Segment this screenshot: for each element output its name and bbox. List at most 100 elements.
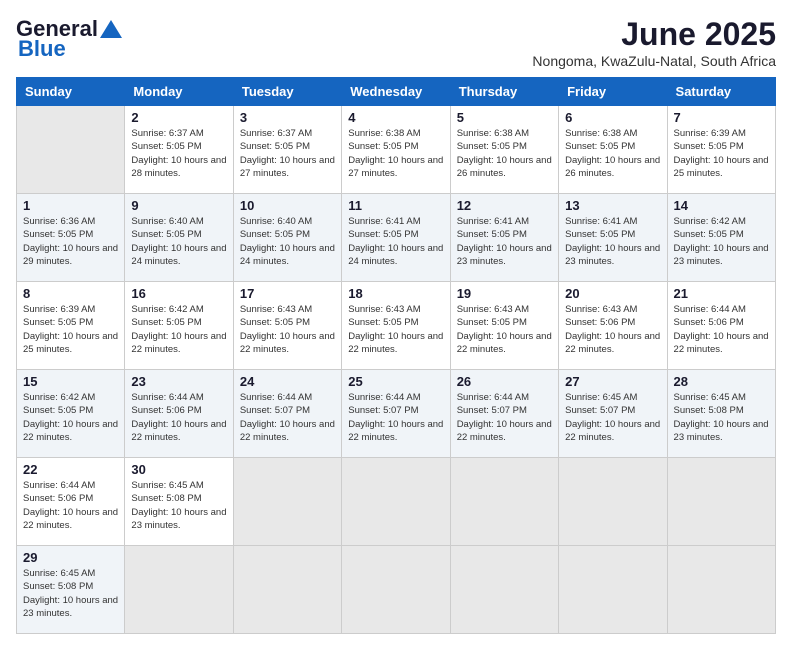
day-number: 29 <box>23 550 118 565</box>
day-info: Sunrise: 6:37 AM Sunset: 5:05 PM Dayligh… <box>131 127 226 180</box>
day-number: 11 <box>348 198 443 213</box>
day-number: 23 <box>131 374 226 389</box>
day-info: Sunrise: 6:44 AM Sunset: 5:06 PM Dayligh… <box>23 479 118 532</box>
day-number: 19 <box>457 286 552 301</box>
calendar-day-cell <box>125 546 233 634</box>
day-number: 1 <box>23 198 118 213</box>
day-info: Sunrise: 6:44 AM Sunset: 5:07 PM Dayligh… <box>457 391 552 444</box>
day-info: Sunrise: 6:44 AM Sunset: 5:06 PM Dayligh… <box>674 303 769 356</box>
page-title: June 2025 <box>532 16 776 53</box>
calendar-day-cell <box>17 106 125 194</box>
day-number: 28 <box>674 374 769 389</box>
calendar-day-cell <box>450 546 558 634</box>
day-info: Sunrise: 6:39 AM Sunset: 5:05 PM Dayligh… <box>23 303 118 356</box>
day-info: Sunrise: 6:38 AM Sunset: 5:05 PM Dayligh… <box>457 127 552 180</box>
title-area: June 2025 Nongoma, KwaZulu-Natal, South … <box>532 16 776 69</box>
day-number: 7 <box>674 110 769 125</box>
day-info: Sunrise: 6:36 AM Sunset: 5:05 PM Dayligh… <box>23 215 118 268</box>
calendar-day-cell: 2 Sunrise: 6:37 AM Sunset: 5:05 PM Dayli… <box>125 106 233 194</box>
day-number: 22 <box>23 462 118 477</box>
day-number: 8 <box>23 286 118 301</box>
calendar-day-cell: 19 Sunrise: 6:43 AM Sunset: 5:05 PM Dayl… <box>450 282 558 370</box>
calendar-day-cell: 30 Sunrise: 6:45 AM Sunset: 5:08 PM Dayl… <box>125 458 233 546</box>
calendar-day-cell: 10 Sunrise: 6:40 AM Sunset: 5:05 PM Dayl… <box>233 194 341 282</box>
calendar-day-cell: 23 Sunrise: 6:44 AM Sunset: 5:06 PM Dayl… <box>125 370 233 458</box>
day-info: Sunrise: 6:43 AM Sunset: 5:05 PM Dayligh… <box>457 303 552 356</box>
day-info: Sunrise: 6:43 AM Sunset: 5:05 PM Dayligh… <box>348 303 443 356</box>
day-number: 4 <box>348 110 443 125</box>
day-info: Sunrise: 6:43 AM Sunset: 5:06 PM Dayligh… <box>565 303 660 356</box>
day-info: Sunrise: 6:37 AM Sunset: 5:05 PM Dayligh… <box>240 127 335 180</box>
calendar-day-cell: 14 Sunrise: 6:42 AM Sunset: 5:05 PM Dayl… <box>667 194 775 282</box>
calendar-header-cell: Thursday <box>450 78 558 106</box>
day-info: Sunrise: 6:40 AM Sunset: 5:05 PM Dayligh… <box>131 215 226 268</box>
calendar-day-cell: 27 Sunrise: 6:45 AM Sunset: 5:07 PM Dayl… <box>559 370 667 458</box>
day-number: 21 <box>674 286 769 301</box>
day-info: Sunrise: 6:42 AM Sunset: 5:05 PM Dayligh… <box>131 303 226 356</box>
calendar-day-cell: 20 Sunrise: 6:43 AM Sunset: 5:06 PM Dayl… <box>559 282 667 370</box>
calendar-header-cell: Wednesday <box>342 78 450 106</box>
calendar-header-cell: Saturday <box>667 78 775 106</box>
calendar-week-row: 2 Sunrise: 6:37 AM Sunset: 5:05 PM Dayli… <box>17 106 776 194</box>
logo: General Blue <box>16 16 122 62</box>
day-number: 20 <box>565 286 660 301</box>
day-info: Sunrise: 6:45 AM Sunset: 5:08 PM Dayligh… <box>23 567 118 620</box>
calendar-day-cell: 17 Sunrise: 6:43 AM Sunset: 5:05 PM Dayl… <box>233 282 341 370</box>
calendar-day-cell: 6 Sunrise: 6:38 AM Sunset: 5:05 PM Dayli… <box>559 106 667 194</box>
calendar-day-cell: 9 Sunrise: 6:40 AM Sunset: 5:05 PM Dayli… <box>125 194 233 282</box>
calendar-week-row: 22 Sunrise: 6:44 AM Sunset: 5:06 PM Dayl… <box>17 458 776 546</box>
day-number: 16 <box>131 286 226 301</box>
calendar-header-cell: Monday <box>125 78 233 106</box>
day-number: 6 <box>565 110 660 125</box>
day-info: Sunrise: 6:43 AM Sunset: 5:05 PM Dayligh… <box>240 303 335 356</box>
calendar-day-cell: 5 Sunrise: 6:38 AM Sunset: 5:05 PM Dayli… <box>450 106 558 194</box>
calendar-week-row: 15 Sunrise: 6:42 AM Sunset: 5:05 PM Dayl… <box>17 370 776 458</box>
day-info: Sunrise: 6:42 AM Sunset: 5:05 PM Dayligh… <box>674 215 769 268</box>
calendar-day-cell <box>667 458 775 546</box>
calendar-week-row: 8 Sunrise: 6:39 AM Sunset: 5:05 PM Dayli… <box>17 282 776 370</box>
day-info: Sunrise: 6:45 AM Sunset: 5:08 PM Dayligh… <box>674 391 769 444</box>
calendar-day-cell <box>233 458 341 546</box>
day-info: Sunrise: 6:44 AM Sunset: 5:07 PM Dayligh… <box>240 391 335 444</box>
calendar-day-cell: 12 Sunrise: 6:41 AM Sunset: 5:05 PM Dayl… <box>450 194 558 282</box>
calendar-day-cell: 16 Sunrise: 6:42 AM Sunset: 5:05 PM Dayl… <box>125 282 233 370</box>
day-number: 17 <box>240 286 335 301</box>
day-number: 24 <box>240 374 335 389</box>
calendar-day-cell <box>667 546 775 634</box>
day-info: Sunrise: 6:38 AM Sunset: 5:05 PM Dayligh… <box>565 127 660 180</box>
calendar-header-cell: Friday <box>559 78 667 106</box>
calendar-day-cell: 11 Sunrise: 6:41 AM Sunset: 5:05 PM Dayl… <box>342 194 450 282</box>
day-number: 13 <box>565 198 660 213</box>
day-number: 26 <box>457 374 552 389</box>
day-number: 3 <box>240 110 335 125</box>
calendar-header-cell: Tuesday <box>233 78 341 106</box>
calendar-body: 2 Sunrise: 6:37 AM Sunset: 5:05 PM Dayli… <box>17 106 776 634</box>
day-info: Sunrise: 6:44 AM Sunset: 5:06 PM Dayligh… <box>131 391 226 444</box>
calendar-day-cell: 13 Sunrise: 6:41 AM Sunset: 5:05 PM Dayl… <box>559 194 667 282</box>
day-number: 18 <box>348 286 443 301</box>
calendar-header-cell: Sunday <box>17 78 125 106</box>
day-info: Sunrise: 6:39 AM Sunset: 5:05 PM Dayligh… <box>674 127 769 180</box>
calendar-header-row: SundayMondayTuesdayWednesdayThursdayFrid… <box>17 78 776 106</box>
calendar-week-row: 29 Sunrise: 6:45 AM Sunset: 5:08 PM Dayl… <box>17 546 776 634</box>
day-info: Sunrise: 6:38 AM Sunset: 5:05 PM Dayligh… <box>348 127 443 180</box>
day-info: Sunrise: 6:42 AM Sunset: 5:05 PM Dayligh… <box>23 391 118 444</box>
calendar-day-cell <box>342 546 450 634</box>
logo-blue: Blue <box>18 36 66 62</box>
day-number: 27 <box>565 374 660 389</box>
calendar-day-cell: 24 Sunrise: 6:44 AM Sunset: 5:07 PM Dayl… <box>233 370 341 458</box>
calendar-day-cell <box>559 458 667 546</box>
calendar-day-cell: 7 Sunrise: 6:39 AM Sunset: 5:05 PM Dayli… <box>667 106 775 194</box>
calendar-day-cell: 25 Sunrise: 6:44 AM Sunset: 5:07 PM Dayl… <box>342 370 450 458</box>
calendar-day-cell: 22 Sunrise: 6:44 AM Sunset: 5:06 PM Dayl… <box>17 458 125 546</box>
calendar-day-cell: 3 Sunrise: 6:37 AM Sunset: 5:05 PM Dayli… <box>233 106 341 194</box>
calendar-day-cell: 4 Sunrise: 6:38 AM Sunset: 5:05 PM Dayli… <box>342 106 450 194</box>
day-info: Sunrise: 6:40 AM Sunset: 5:05 PM Dayligh… <box>240 215 335 268</box>
calendar-day-cell: 21 Sunrise: 6:44 AM Sunset: 5:06 PM Dayl… <box>667 282 775 370</box>
page-subtitle: Nongoma, KwaZulu-Natal, South Africa <box>532 53 776 69</box>
day-number: 12 <box>457 198 552 213</box>
day-info: Sunrise: 6:41 AM Sunset: 5:05 PM Dayligh… <box>565 215 660 268</box>
day-number: 2 <box>131 110 226 125</box>
calendar-day-cell: 28 Sunrise: 6:45 AM Sunset: 5:08 PM Dayl… <box>667 370 775 458</box>
calendar-day-cell: 18 Sunrise: 6:43 AM Sunset: 5:05 PM Dayl… <box>342 282 450 370</box>
